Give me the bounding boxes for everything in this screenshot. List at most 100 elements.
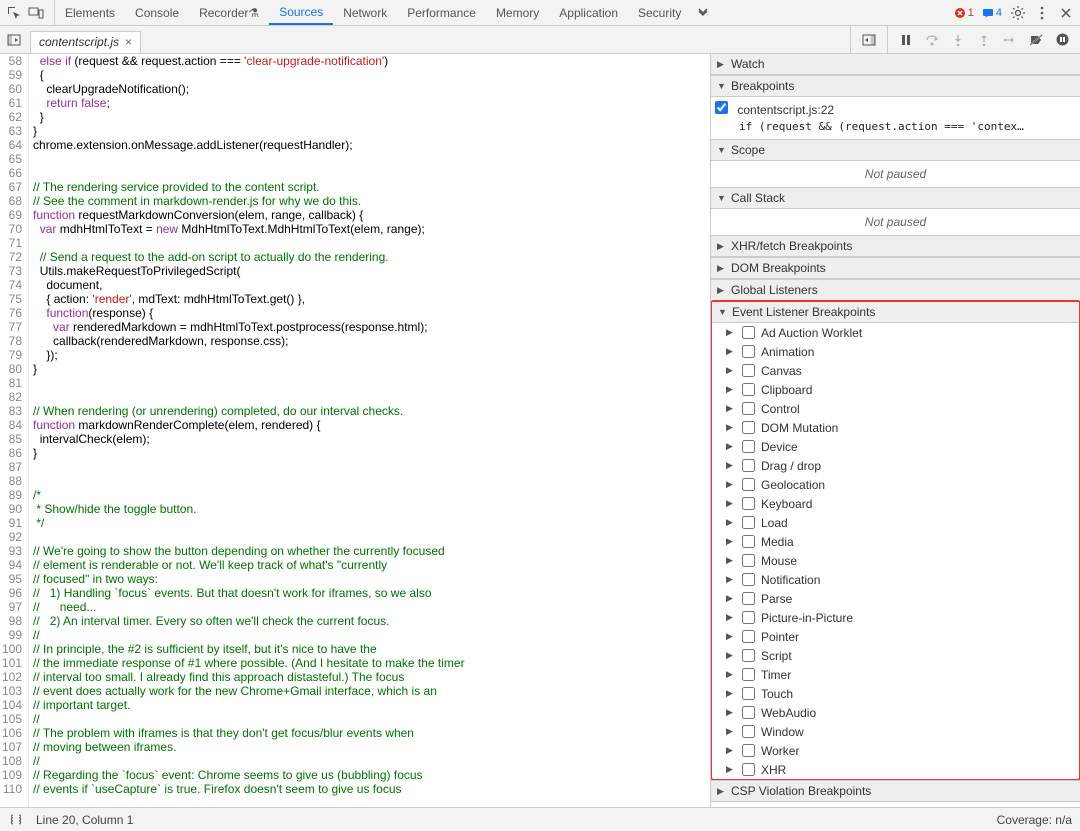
callstack-section[interactable]: ▼Call Stack: [711, 187, 1080, 209]
event-category-keyboard[interactable]: ▶Keyboard: [712, 494, 1079, 513]
tab-sources[interactable]: Sources: [269, 0, 333, 25]
code-editor[interactable]: 5859606162636465666768697071727374757677…: [0, 54, 710, 807]
event-checkbox[interactable]: [742, 478, 755, 491]
event-category-picture-in-picture[interactable]: ▶Picture-in-Picture: [712, 608, 1079, 627]
csp-section[interactable]: ▶ CSP Violation Breakpoints: [711, 780, 1080, 802]
event-category-ad-auction-worklet[interactable]: ▶Ad Auction Worklet: [712, 323, 1079, 342]
debugger-sidebar: ▶Watch ▼Breakpoints contentscript.js:22 …: [710, 54, 1080, 807]
event-checkbox[interactable]: [742, 440, 755, 453]
tab-recorder[interactable]: Recorder ⚗: [189, 0, 269, 25]
watch-section[interactable]: ▶Watch: [711, 54, 1080, 75]
tab-console[interactable]: Console: [125, 0, 189, 25]
chevron-right-icon: ▶: [726, 441, 736, 452]
pause-on-exceptions-icon[interactable]: [1054, 32, 1070, 48]
tab-performance[interactable]: Performance: [397, 0, 486, 25]
inspect-icon[interactable]: [6, 5, 22, 21]
event-checkbox[interactable]: [742, 630, 755, 643]
error-badge[interactable]: 1: [954, 7, 974, 19]
event-checkbox[interactable]: [742, 516, 755, 529]
step-over-icon[interactable]: [924, 32, 940, 48]
event-category-load[interactable]: ▶Load: [712, 513, 1079, 532]
tab-network[interactable]: Network: [333, 0, 397, 25]
deactivate-breakpoints-icon[interactable]: [1028, 32, 1044, 48]
event-checkbox[interactable]: [742, 592, 755, 605]
step-out-icon[interactable]: [976, 32, 992, 48]
global-listeners-section[interactable]: ▶Global Listeners: [711, 279, 1080, 301]
event-category-media[interactable]: ▶Media: [712, 532, 1079, 551]
breakpoint-checkbox[interactable]: [715, 101, 728, 114]
device-toolbar-icon[interactable]: [28, 5, 44, 21]
event-checkbox[interactable]: [742, 573, 755, 586]
event-category-drag-drop[interactable]: ▶Drag / drop: [712, 456, 1079, 475]
event-checkbox[interactable]: [742, 364, 755, 377]
show-navigator-icon[interactable]: [6, 32, 22, 48]
event-checkbox[interactable]: [742, 687, 755, 700]
event-checkbox[interactable]: [742, 326, 755, 339]
event-checkbox[interactable]: [742, 649, 755, 662]
event-checkbox[interactable]: [742, 554, 755, 567]
event-checkbox[interactable]: [742, 535, 755, 548]
event-checkbox[interactable]: [742, 706, 755, 719]
settings-icon[interactable]: [1010, 5, 1026, 21]
event-checkbox[interactable]: [742, 744, 755, 757]
event-checkbox[interactable]: [742, 383, 755, 396]
chevron-right-icon: ▶: [717, 786, 727, 797]
event-category-touch[interactable]: ▶Touch: [712, 684, 1079, 703]
show-debugger-icon[interactable]: [861, 32, 877, 48]
tab-security[interactable]: Security: [628, 0, 691, 25]
event-checkbox[interactable]: [742, 763, 755, 776]
event-checkbox[interactable]: [742, 345, 755, 358]
tab-application[interactable]: Application: [549, 0, 628, 25]
file-tab[interactable]: contentscript.js ×: [30, 31, 141, 53]
more-tabs-icon[interactable]: [695, 5, 711, 21]
event-category-device[interactable]: ▶Device: [712, 437, 1079, 456]
event-category-dom-mutation[interactable]: ▶DOM Mutation: [712, 418, 1079, 437]
event-checkbox[interactable]: [742, 402, 755, 415]
menu-icon[interactable]: [1034, 5, 1050, 21]
event-category-canvas[interactable]: ▶Canvas: [712, 361, 1079, 380]
event-category-webaudio[interactable]: ▶WebAudio: [712, 703, 1079, 722]
event-category-animation[interactable]: ▶Animation: [712, 342, 1079, 361]
event-category-control[interactable]: ▶Control: [712, 399, 1079, 418]
event-label: WebAudio: [761, 706, 816, 720]
xhr-fetch-section[interactable]: ▶XHR/fetch Breakpoints: [711, 235, 1080, 257]
event-label: Timer: [761, 668, 791, 682]
event-category-window[interactable]: ▶Window: [712, 722, 1079, 741]
event-category-parse[interactable]: ▶Parse: [712, 589, 1079, 608]
event-category-mouse[interactable]: ▶Mouse: [712, 551, 1079, 570]
event-category-xhr[interactable]: ▶XHR: [712, 760, 1079, 779]
event-category-script[interactable]: ▶Script: [712, 646, 1079, 665]
event-category-notification[interactable]: ▶ Notification: [712, 570, 1079, 589]
step-icon[interactable]: [1002, 32, 1018, 48]
dom-bp-section[interactable]: ▶DOM Breakpoints: [711, 257, 1080, 279]
pause-icon[interactable]: [898, 32, 914, 48]
event-category-timer[interactable]: ▶Timer: [712, 665, 1079, 684]
scope-section[interactable]: ▼Scope: [711, 139, 1080, 161]
event-checkbox[interactable]: [742, 668, 755, 681]
event-checkbox[interactable]: [742, 421, 755, 434]
csp-label: CSP Violation Breakpoints: [731, 784, 871, 798]
event-checkbox[interactable]: [742, 459, 755, 472]
format-icon[interactable]: [8, 812, 24, 828]
event-category-worker[interactable]: ▶Worker: [712, 741, 1079, 760]
breakpoints-section[interactable]: ▼Breakpoints: [711, 75, 1080, 97]
tab-elements[interactable]: Elements: [55, 0, 125, 25]
event-category-clipboard[interactable]: ▶Clipboard: [712, 380, 1079, 399]
event-listener-section[interactable]: ▼Event Listener Breakpoints: [712, 302, 1079, 323]
event-category-geolocation[interactable]: ▶Geolocation: [712, 475, 1079, 494]
chevron-right-icon: ▶: [726, 574, 736, 585]
tab-memory[interactable]: Memory: [486, 0, 549, 25]
event-checkbox[interactable]: [742, 497, 755, 510]
breakpoint-entry[interactable]: contentscript.js:22: [711, 99, 1080, 119]
event-checkbox[interactable]: [742, 725, 755, 738]
scope-not-paused: Not paused: [711, 161, 1080, 187]
event-checkbox[interactable]: [742, 611, 755, 624]
event-category-pointer[interactable]: ▶Pointer: [712, 627, 1079, 646]
chevron-right-icon: ▶: [726, 688, 736, 699]
event-label: Notification: [761, 573, 820, 587]
close-file-icon[interactable]: ×: [125, 35, 132, 49]
step-into-icon[interactable]: [950, 32, 966, 48]
issues-badge[interactable]: 4: [982, 7, 1002, 19]
close-devtools-icon[interactable]: [1058, 5, 1074, 21]
error-count: 1: [968, 7, 974, 19]
